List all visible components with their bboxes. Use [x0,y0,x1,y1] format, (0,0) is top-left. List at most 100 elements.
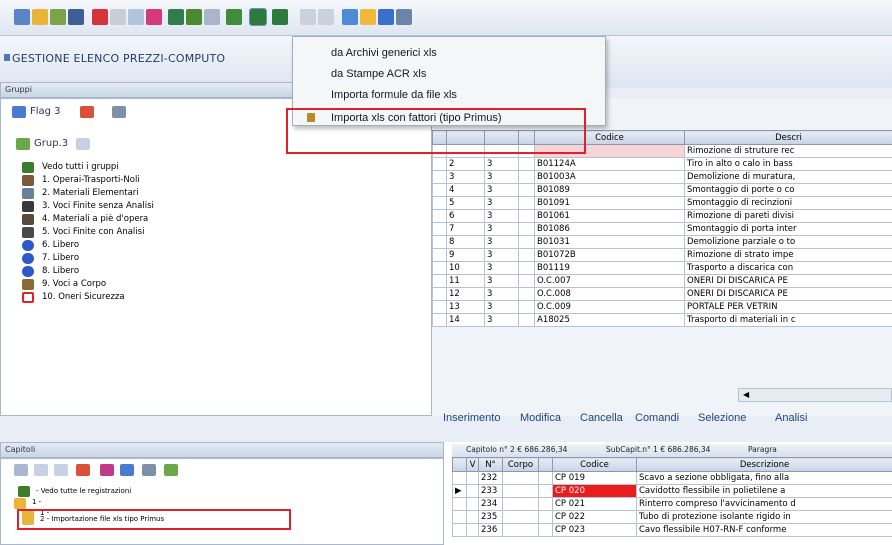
row-selector[interactable] [432,170,447,184]
main-grid-row[interactable]: 4 3 B01089 Smontaggio di porte o co [432,183,892,197]
main-grid-row[interactable]: 7 3 B01086 Smontaggio di porta inter [432,222,892,236]
tree-item-group-10[interactable]: 10. Oneri Sicurezza [42,292,125,302]
row-codice: CP 021 [552,497,637,511]
row-selector[interactable] [452,523,467,537]
filter-icon[interactable] [80,106,94,118]
tree-item-group-2[interactable]: 2. Materiali Elementari [42,188,139,198]
row-selector[interactable] [432,209,447,223]
col-v[interactable]: V [466,457,479,472]
row-selector[interactable] [432,157,447,171]
capitoli-copy-icon[interactable] [54,464,68,476]
capitoli-filter-icon[interactable] [76,464,90,476]
main-grid-row[interactable]: 12 3 O.C.008 ONERI DI DISCARICA PE [432,287,892,301]
tab-inserimento[interactable]: Inserimento [443,412,500,424]
tree-item-group-1[interactable]: 1. Operai-Trasporti-Noli [42,175,140,185]
col-n[interactable]: N° [478,457,503,472]
main-grid-row[interactable]: 6 3 B01061 Rimozione di pareti divisi [432,209,892,223]
main-grid-row[interactable]: 9 3 B01072B Rimozione di strato impe [432,248,892,262]
tree-item-group-4[interactable]: 4. Materiali a piè d'opera [42,214,148,224]
main-grid-row[interactable]: 11 3 O.C.007 ONERI DI DISCARICA PE [432,274,892,288]
tree-item-group-5[interactable]: 5. Voci Finite con Analisi [42,227,144,237]
tree-item-all-groups[interactable]: Vedo tutti i gruppi [42,162,119,172]
bottom-grid-row[interactable]: 232 CP 019 Scavo a sezione obbligata, fino… [452,471,892,485]
capitoli-tree-icon[interactable] [164,464,178,476]
excel-import-icon[interactable] [226,9,242,25]
tab-analisi[interactable]: Analisi [775,412,807,424]
capitoli-search-icon[interactable] [120,464,134,476]
row-selector[interactable] [432,222,447,236]
calc-icon[interactable] [128,9,144,25]
new-icon[interactable] [14,9,30,25]
tools-icon[interactable] [50,9,66,25]
row-selector[interactable] [432,235,447,249]
bottom-grid-row[interactable]: ▶ 233 CP 020 Cavidotto flessibile in poliet… [452,484,892,498]
main-grid-row[interactable]: 10 3 B01119 Trasporto a discarica con [432,261,892,275]
excel-export-icon[interactable] [272,9,288,25]
tree-item-chapter-1[interactable]: 1 - [32,498,41,506]
tab-comandi[interactable]: Comandi [635,412,679,424]
bottom-grid-row[interactable]: 235 CP 022 Tubo di protezione isolante rig… [452,510,892,524]
grid-icon[interactable] [186,9,202,25]
collapse-icon[interactable] [76,138,90,150]
row-selector[interactable] [432,274,447,288]
open-icon[interactable] [32,9,48,25]
tree-item-group-7[interactable]: 7. Libero [42,253,79,263]
main-grid-row[interactable]: 5 3 B01091 Smontaggio di recinzioni [432,196,892,210]
page-icon[interactable] [110,9,126,25]
horizontal-scrollbar[interactable]: ◀ [738,388,892,402]
undo-icon[interactable] [300,9,316,25]
col-descr[interactable]: Descri [684,130,892,145]
excel-dropdown-icon[interactable] [249,8,267,26]
tree-item-all-records[interactable]: - Vedo tutte le registrazioni [36,487,131,495]
tree-item-group-6[interactable]: 6. Libero [42,240,79,250]
layout-icon[interactable] [112,106,126,118]
capitoli-layout-icon[interactable] [142,464,156,476]
row-selector[interactable] [432,287,447,301]
capitoli-edit-icon[interactable] [100,464,114,476]
tree-item-chapter-2[interactable]: 2 - Importazione file xls tipo Primus [40,515,164,523]
monitor-icon[interactable] [396,9,412,25]
row-selector[interactable] [432,313,447,327]
menu-item-stampe-acr-xls[interactable]: da Stampe ACR xls [331,68,426,80]
tree-item-group-9[interactable]: 9. Voci a Corpo [42,279,106,289]
col-descrizione[interactable]: Descrizione [636,457,892,472]
tree-item-group-8[interactable]: 8. Libero [42,266,79,276]
row-selector[interactable] [432,261,447,275]
main-grid-row[interactable]: 13 3 O.C.009 PORTALE PER VETRIN [432,300,892,314]
main-grid-row[interactable]: 3 3 B01003A Demolizione di muratura, [432,170,892,184]
capitoli-new-icon[interactable] [34,464,48,476]
tab-selezione[interactable]: Selezione [698,412,746,424]
bottom-grid-row[interactable]: 234 CP 021 Rinterro compreso l'avvicinamen… [452,497,892,511]
row-selector[interactable] [452,510,467,524]
col-codice-bottom[interactable]: Codice [552,457,637,472]
help-icon[interactable] [360,9,376,25]
row-selector[interactable]: ▶ [452,484,467,498]
menu-item-archivi-xls[interactable]: da Archivi generici xls [331,47,437,59]
row-selector[interactable] [452,471,467,485]
window-cascade-icon[interactable] [342,9,358,25]
row-selector[interactable] [432,300,447,314]
menu-item-importa-formule[interactable]: Importa formule da file xls [331,89,457,101]
capitoli-tool-icon[interactable] [14,464,28,476]
col-corpo[interactable]: Corpo [502,457,539,472]
window-icon[interactable] [204,9,220,25]
row-selector[interactable] [432,183,447,197]
main-grid-row[interactable]: 2 3 B01124A Tiro in alto o calo in bass [432,157,892,171]
redo-icon[interactable] [318,9,334,25]
row-descrizione: Scavo a sezione obbligata, fino alla [636,471,892,485]
chart-icon[interactable] [146,9,162,25]
tree-item-group-3[interactable]: 3. Voci Finite senza Analisi [42,201,154,211]
save-icon[interactable] [68,9,84,25]
info-icon[interactable] [378,9,394,25]
main-grid-row[interactable]: 14 3 A18025 Trasporto di materiali in c [432,313,892,327]
tab-cancella[interactable]: Cancella [580,412,623,424]
row-selector[interactable] [432,248,447,262]
row-selector[interactable] [432,196,447,210]
tab-modifica[interactable]: Modifica [520,412,561,424]
sheet-icon[interactable] [168,9,184,25]
bottom-grid-row[interactable]: 236 CP 023 Cavo flessibile H07-RN-F confor… [452,523,892,537]
row-selector[interactable] [452,497,467,511]
main-grid-row[interactable]: 8 3 B01031 Demolizione parziale o to [432,235,892,249]
scroll-left-icon[interactable]: ◀ [743,390,749,399]
delete-icon[interactable] [92,9,108,25]
